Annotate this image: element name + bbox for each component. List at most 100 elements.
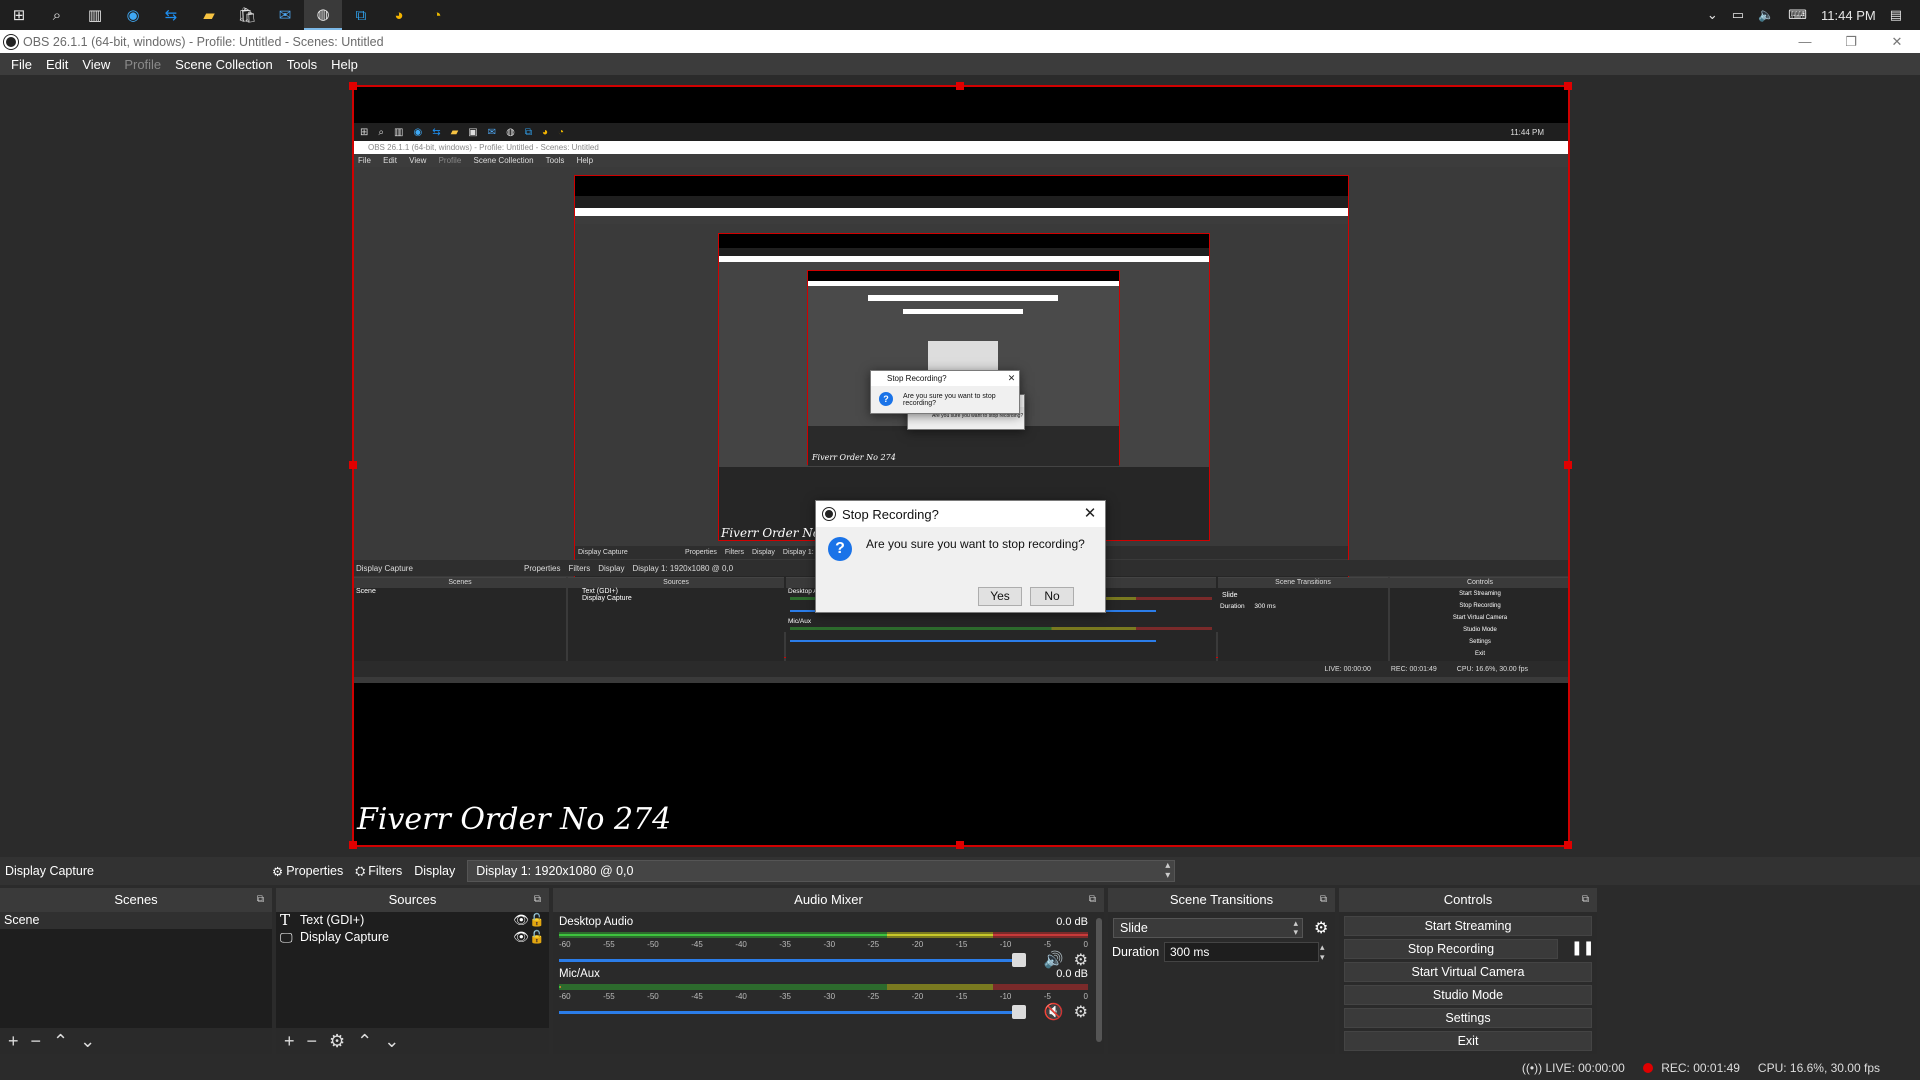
volume-icon[interactable]: 🔈 <box>1758 7 1774 23</box>
duration-stepper-icon[interactable]: ▴ ▾ <box>1320 942 1325 962</box>
exit-button[interactable]: Exit <box>1344 1031 1592 1051</box>
lock-icon[interactable]: 🔓 <box>529 912 545 929</box>
minimize-button[interactable]: — <box>1782 30 1828 53</box>
resize-handle-right[interactable] <box>1564 461 1572 469</box>
notification-icon[interactable]: ▤ <box>1890 7 1902 23</box>
menu-view[interactable]: View <box>75 57 117 72</box>
source-properties-gear-icon[interactable]: ⚙ <box>329 1031 345 1052</box>
add-source-icon[interactable]: + <box>284 1031 295 1052</box>
vscode-icon[interactable]: ⧉ <box>342 0 380 30</box>
dialog-close-icon[interactable]: ✕ <box>1075 501 1105 527</box>
filters-button[interactable]: ⛭ Filters <box>349 864 408 879</box>
move-up-icon[interactable]: ⌃ <box>53 1031 68 1052</box>
studio-mode-button[interactable]: Studio Mode <box>1344 985 1592 1005</box>
add-scene-icon[interactable]: + <box>8 1031 19 1052</box>
scenes-list[interactable]: Scene <box>0 912 272 1028</box>
transition-select[interactable]: Slide ▴ ▾ <box>1113 918 1303 938</box>
resize-handle-top[interactable] <box>956 82 964 90</box>
task-view-icon[interactable]: ▥ <box>76 0 114 30</box>
dialog-no-button[interactable]: No <box>1030 587 1074 606</box>
resize-handle-top-right[interactable] <box>1564 82 1572 90</box>
gear-icon: ⚙ <box>272 864 284 879</box>
display-select[interactable]: Display 1: 1920x1080 @ 0,0 ▴ ▾ <box>467 860 1176 882</box>
resize-handle-top-left[interactable] <box>349 82 357 90</box>
move-down-icon[interactable]: ⌄ <box>384 1031 399 1052</box>
windows-start-icon[interactable]: ⊞ <box>0 0 38 30</box>
menu-help[interactable]: Help <box>324 57 365 72</box>
volume-slider[interactable] <box>559 1011 1020 1014</box>
volume-slider-handle[interactable] <box>1012 953 1026 967</box>
nested-statusbar: LIVE: 00:00:00 REC: 00:01:49 CPU: 16.6%,… <box>354 661 1568 677</box>
teamviewer-icon[interactable]: ⇆ <box>152 0 190 30</box>
menu-tools[interactable]: Tools <box>280 57 324 72</box>
file-explorer-icon[interactable]: ▰ <box>190 0 228 30</box>
menu-file[interactable]: File <box>4 57 39 72</box>
preview-canvas[interactable]: ⊞ ⌕ ▥ ◉ ⇆ ▰ ▣ ✉ ◍ ⧉ ◕ ◔ 11:44 PM OBS 26.… <box>352 85 1570 847</box>
chrome-canary-icon[interactable]: ◔ <box>418 0 456 30</box>
undock-icon[interactable]: ⧉ <box>1089 888 1096 912</box>
start-virtual-camera-button[interactable]: Start Virtual Camera <box>1344 962 1592 982</box>
restore-button[interactable]: ❐ <box>1828 30 1874 53</box>
sources-list[interactable]: T Text (GDI+) 👁 🔓 🖵 Display Capture 👁 🔓 <box>276 912 549 1028</box>
close-button[interactable]: ✕ <box>1874 30 1920 53</box>
volume-slider[interactable] <box>559 959 1020 962</box>
move-down-icon[interactable]: ⌄ <box>80 1031 95 1052</box>
nested-titlebar: OBS 26.1.1 (64-bit, windows) - Profile: … <box>354 141 1568 154</box>
undock-icon[interactable]: ⧉ <box>534 888 541 912</box>
network-icon[interactable]: ▭ <box>1732 7 1744 23</box>
resize-handle-left[interactable] <box>349 461 357 469</box>
properties-button[interactable]: ⚙ Properties <box>266 864 349 879</box>
transition-gear-icon[interactable]: ⚙ <box>1314 918 1328 938</box>
nested1-toolbar-properties: Properties <box>524 563 561 573</box>
volume-slider-handle[interactable] <box>1012 1005 1026 1019</box>
store-icon[interactable]: 🛍 <box>228 0 266 30</box>
chrome-icon[interactable]: ◕ <box>380 0 418 30</box>
dialog-yes-button[interactable]: Yes <box>978 587 1022 606</box>
mail-icon[interactable]: ✉ <box>266 0 304 30</box>
nested-scenes-dock: Scenes Scene <box>354 577 566 661</box>
mixer-scrollbar[interactable] <box>1096 918 1102 1042</box>
undock-icon[interactable]: ⧉ <box>257 888 264 912</box>
speaker-icon[interactable]: 🔊 <box>1044 950 1064 970</box>
start-streaming-button[interactable]: Start Streaming <box>1344 916 1592 936</box>
undock-icon[interactable]: ⧉ <box>1320 888 1327 912</box>
stop-recording-dialog[interactable]: Stop Recording? ✕ ? Are you sure you wan… <box>815 500 1106 613</box>
chevron-up-icon[interactable]: ⌄ <box>1707 7 1718 23</box>
transition-select-value: Slide <box>1120 921 1148 935</box>
preview-area[interactable]: ⊞ ⌕ ▥ ◉ ⇆ ▰ ▣ ✉ ◍ ⧉ ◕ ◔ 11:44 PM OBS 26.… <box>0 75 1920 857</box>
settings-button[interactable]: Settings <box>1344 1008 1592 1028</box>
eye-icon[interactable]: 👁 <box>513 912 529 929</box>
menu-profile[interactable]: Profile <box>117 57 168 72</box>
obs-icon[interactable]: ◍ <box>304 0 342 30</box>
tick-label: -15 <box>955 992 968 1001</box>
resize-handle-bottom[interactable] <box>956 841 964 849</box>
clock[interactable]: 11:44 PM <box>1821 8 1876 23</box>
resize-handle-bottom-left[interactable] <box>349 841 357 849</box>
duration-input[interactable]: 300 ms <box>1164 942 1319 962</box>
speaker-muted-icon[interactable]: 🔇 <box>1044 1002 1064 1022</box>
channel-gear-icon[interactable]: ⚙ <box>1074 1002 1088 1022</box>
stop-recording-button[interactable]: Stop Recording <box>1344 939 1558 959</box>
lock-icon[interactable]: 🔓 <box>529 929 545 946</box>
source-item-display[interactable]: 🖵 Display Capture 👁 🔓 <box>276 929 549 946</box>
search-icon[interactable]: ⌕ <box>38 0 76 30</box>
question-icon: ? <box>828 537 852 561</box>
menu-edit[interactable]: Edit <box>39 57 75 72</box>
channel-gear-icon[interactable]: ⚙ <box>1074 950 1088 970</box>
nested-start-streaming: Start Streaming <box>1459 591 1501 597</box>
edge-icon[interactable]: ◉ <box>114 0 152 30</box>
source-item-text[interactable]: T Text (GDI+) 👁 🔓 <box>276 912 549 929</box>
remove-source-icon[interactable]: − <box>307 1031 318 1052</box>
scene-item[interactable]: Scene <box>0 912 272 929</box>
menu-scene-collection[interactable]: Scene Collection <box>168 57 280 72</box>
remove-scene-icon[interactable]: − <box>31 1031 42 1052</box>
nested-stop-recording: Stop Recording <box>1459 603 1501 609</box>
resize-handle-bottom-right[interactable] <box>1564 841 1572 849</box>
keyboard-icon[interactable]: ⌨ <box>1788 7 1807 23</box>
pause-icon[interactable]: ❚❚ <box>1571 939 1594 956</box>
tick-label: -50 <box>647 992 659 1001</box>
tick-label: -25 <box>867 992 880 1001</box>
move-up-icon[interactable]: ⌃ <box>357 1031 372 1052</box>
eye-icon[interactable]: 👁 <box>513 929 529 946</box>
undock-icon[interactable]: ⧉ <box>1582 888 1589 912</box>
